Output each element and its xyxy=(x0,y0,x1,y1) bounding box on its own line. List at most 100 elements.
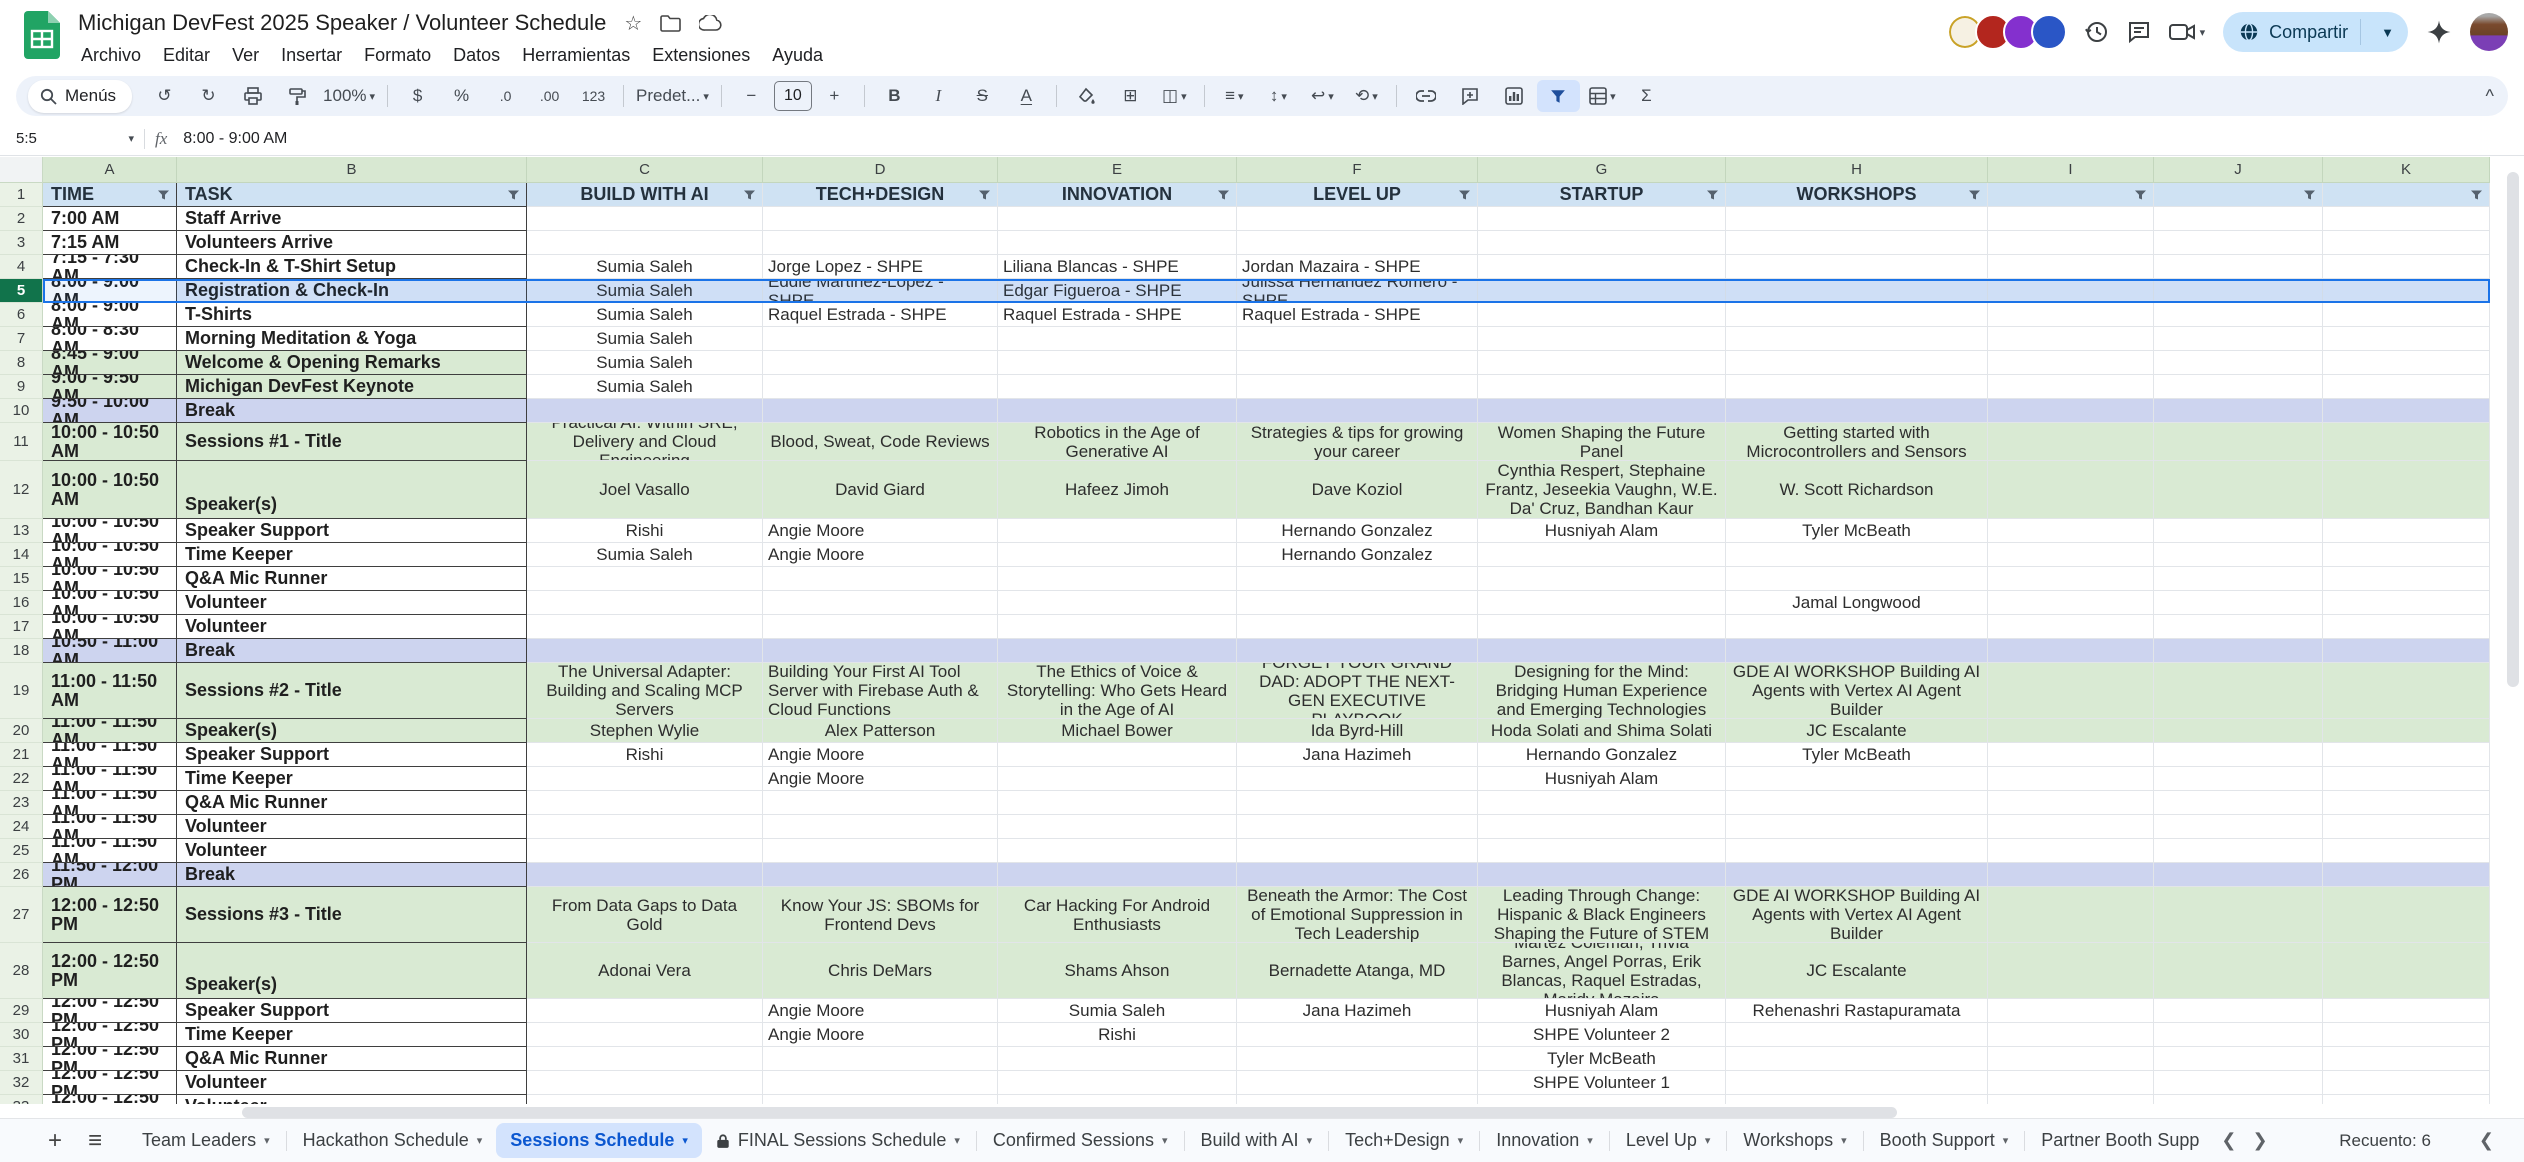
cell-B8[interactable]: Welcome & Opening Remarks xyxy=(177,351,527,375)
cell-K12[interactable] xyxy=(2323,461,2490,519)
cell-F26[interactable] xyxy=(1237,863,1478,887)
cell-E19[interactable]: The Ethics of Voice & Storytelling: Who … xyxy=(998,663,1237,719)
row-header-16[interactable]: 16 xyxy=(0,591,43,615)
cell-C13[interactable]: Rishi xyxy=(527,519,763,543)
cell-I13[interactable] xyxy=(1988,519,2154,543)
cell-J20[interactable] xyxy=(2154,719,2323,743)
tab-menu-caret[interactable]: ▾ xyxy=(2003,1134,2009,1147)
cell-I29[interactable] xyxy=(1988,999,2154,1023)
tab-menu-caret[interactable]: ▾ xyxy=(477,1134,483,1147)
cell-I17[interactable] xyxy=(1988,615,2154,639)
cell-A1[interactable]: TIME xyxy=(43,183,177,207)
cell-B30[interactable]: Time Keeper xyxy=(177,1023,527,1047)
row-header-27[interactable]: 27 xyxy=(0,887,43,943)
cell-J5[interactable] xyxy=(2154,279,2323,303)
cell-J12[interactable] xyxy=(2154,461,2323,519)
cell-D15[interactable] xyxy=(763,567,998,591)
cell-D28[interactable]: Chris DeMars xyxy=(763,943,998,999)
cell-C8[interactable]: Sumia Saleh xyxy=(527,351,763,375)
cell-H27[interactable]: GDE AI WORKSHOP Building AI Agents with … xyxy=(1726,887,1988,943)
cell-J19[interactable] xyxy=(2154,663,2323,719)
share-dropdown-caret[interactable]: ▼ xyxy=(2373,25,2402,40)
cell-H9[interactable] xyxy=(1726,375,1988,399)
cell-B26[interactable]: Break xyxy=(177,863,527,887)
cell-K25[interactable] xyxy=(2323,839,2490,863)
sheet-tab-hackathon-schedule[interactable]: Hackathon Schedule▾ xyxy=(289,1123,497,1158)
text-rotate-button[interactable]: ⟲▾ xyxy=(1345,80,1388,112)
cell-A33[interactable]: 12:00 - 12:50 PM xyxy=(43,1095,177,1104)
cell-E27[interactable]: Car Hacking For Android Enthusiasts xyxy=(998,887,1237,943)
cell-C26[interactable] xyxy=(527,863,763,887)
cell-B31[interactable]: Q&A Mic Runner xyxy=(177,1047,527,1071)
cell-J28[interactable] xyxy=(2154,943,2323,999)
cell-F10[interactable] xyxy=(1237,399,1478,423)
cell-D2[interactable] xyxy=(763,207,998,231)
cell-G2[interactable] xyxy=(1478,207,1726,231)
cloud-status-icon[interactable] xyxy=(699,15,722,31)
cell-D3[interactable] xyxy=(763,231,998,255)
row-header-24[interactable]: 24 xyxy=(0,815,43,839)
cell-B4[interactable]: Check-In & T-Shirt Setup xyxy=(177,255,527,279)
tab-menu-caret[interactable]: ▾ xyxy=(1705,1134,1711,1147)
row-header-29[interactable]: 29 xyxy=(0,999,43,1023)
cell-I23[interactable] xyxy=(1988,791,2154,815)
cell-G6[interactable] xyxy=(1478,303,1726,327)
cell-G27[interactable]: Leading Through Change: Hispanic & Black… xyxy=(1478,887,1726,943)
cell-A7[interactable]: 8:00 - 8:30 AM xyxy=(43,327,177,351)
cell-B11[interactable]: Sessions #1 - Title xyxy=(177,423,527,461)
cell-B9[interactable]: Michigan DevFest Keynote xyxy=(177,375,527,399)
cell-E28[interactable]: Shams Ahson xyxy=(998,943,1237,999)
insert-chart-button[interactable] xyxy=(1493,80,1536,112)
row-header-3[interactable]: 3 xyxy=(0,231,43,255)
cell-K26[interactable] xyxy=(2323,863,2490,887)
cell-F20[interactable]: Ida Byrd-Hill xyxy=(1237,719,1478,743)
cell-K14[interactable] xyxy=(2323,543,2490,567)
insert-comment-button[interactable] xyxy=(1449,80,1492,112)
cell-A12[interactable]: 10:00 - 10:50 AM xyxy=(43,461,177,519)
cell-E23[interactable] xyxy=(998,791,1237,815)
cell-B1[interactable]: TASK xyxy=(177,183,527,207)
cell-H14[interactable] xyxy=(1726,543,1988,567)
star-icon[interactable]: ☆ xyxy=(624,11,642,36)
tab-menu-caret[interactable]: ▾ xyxy=(264,1134,270,1147)
cell-J11[interactable] xyxy=(2154,423,2323,461)
cell-E11[interactable]: Robotics in the Age of Generative AI xyxy=(998,423,1237,461)
collaborator-avatar-4[interactable] xyxy=(2031,14,2067,50)
cell-F7[interactable] xyxy=(1237,327,1478,351)
cell-G31[interactable]: Tyler McBeath xyxy=(1478,1047,1726,1071)
column-header-I[interactable]: I xyxy=(1988,157,2154,183)
cell-K7[interactable] xyxy=(2323,327,2490,351)
cell-A2[interactable]: 7:00 AM xyxy=(43,207,177,231)
cell-B32[interactable]: Volunteer xyxy=(177,1071,527,1095)
cell-J13[interactable] xyxy=(2154,519,2323,543)
cell-G22[interactable]: Husniyah Alam xyxy=(1478,767,1726,791)
cell-G21[interactable]: Hernando Gonzalez xyxy=(1478,743,1726,767)
comments-icon[interactable] xyxy=(2127,20,2151,44)
cell-C20[interactable]: Stephen Wylie xyxy=(527,719,763,743)
cell-A25[interactable]: 11:00 - 11:50 AM xyxy=(43,839,177,863)
cell-J7[interactable] xyxy=(2154,327,2323,351)
cell-G14[interactable] xyxy=(1478,543,1726,567)
cell-K3[interactable] xyxy=(2323,231,2490,255)
cell-A21[interactable]: 11:00 - 11:50 AM xyxy=(43,743,177,767)
cell-H24[interactable] xyxy=(1726,815,1988,839)
video-call-icon[interactable]: ▾ xyxy=(2169,22,2206,42)
cell-D4[interactable]: Jorge Lopez - SHPE xyxy=(763,255,998,279)
cell-D6[interactable]: Raquel Estrada - SHPE xyxy=(763,303,998,327)
merge-cells-button[interactable]: ◫▾ xyxy=(1153,80,1196,112)
cell-G29[interactable]: Husniyah Alam xyxy=(1478,999,1726,1023)
cell-C27[interactable]: From Data Gaps to Data Gold xyxy=(527,887,763,943)
cell-F25[interactable] xyxy=(1237,839,1478,863)
cell-E7[interactable] xyxy=(998,327,1237,351)
cell-K30[interactable] xyxy=(2323,1023,2490,1047)
cell-A14[interactable]: 10:00 - 10:50 AM xyxy=(43,543,177,567)
cell-C33[interactable] xyxy=(527,1095,763,1104)
increase-font-size-button[interactable]: + xyxy=(813,80,856,112)
cell-B2[interactable]: Staff Arrive xyxy=(177,207,527,231)
cell-A6[interactable]: 8:00 - 9:00 AM xyxy=(43,303,177,327)
tab-menu-caret[interactable]: ▾ xyxy=(682,1134,688,1147)
cell-C21[interactable]: Rishi xyxy=(527,743,763,767)
cell-E4[interactable]: Liliana Blancas - SHPE xyxy=(998,255,1237,279)
print-button[interactable] xyxy=(231,80,274,112)
cell-F3[interactable] xyxy=(1237,231,1478,255)
